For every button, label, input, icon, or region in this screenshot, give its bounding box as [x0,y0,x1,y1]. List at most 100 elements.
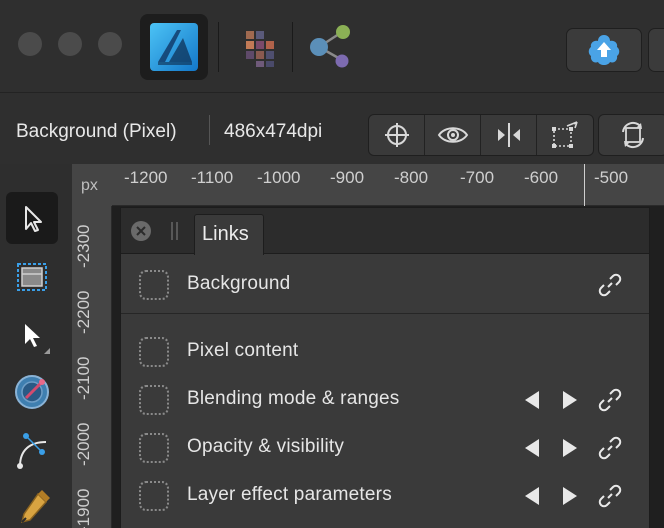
ruler-tick-label: -1200 [124,168,168,187]
triangle-right-icon [563,487,577,505]
link-row-layer-effects: Layer effect parameters [121,472,649,518]
flip-button[interactable] [481,115,537,155]
point-transform-tool[interactable] [6,424,58,476]
link-button[interactable] [597,271,623,299]
link-checkbox[interactable] [139,481,169,511]
triangle-left-icon [525,439,539,457]
previous-button[interactable] [519,386,545,414]
triangle-right-icon [563,439,577,457]
link-row-opacity: Opacity & visibility [121,424,649,470]
chain-link-icon [598,436,622,460]
toolbar-separator [218,22,219,72]
upload-cloud-icon [588,35,620,65]
share-button[interactable] [566,28,642,72]
transform-origin-button[interactable] [537,115,593,155]
link-checkbox[interactable] [139,433,169,463]
link-checkbox[interactable] [139,385,169,415]
node-tool[interactable] [6,308,58,360]
crosshair-button[interactable] [369,115,425,155]
pixel-persona-icon [246,31,274,67]
link-checkbox[interactable] [139,337,169,367]
link-row-label: Layer effect parameters [187,484,392,505]
ruler-tick-label: -1000 [257,168,301,187]
color-picker-tool-icon [15,375,49,409]
link-button[interactable] [597,386,623,414]
tab-links[interactable]: Links [194,214,264,255]
overflow-button[interactable] [648,28,664,72]
next-button[interactable] [557,386,583,414]
node-tool-icon [25,324,50,354]
horizontal-ruler[interactable]: -1200 -1100 -1000 -900 -800 -700 -600 -5… [112,164,664,206]
crosshair-icon [384,123,409,147]
preview-button[interactable] [425,115,481,155]
chain-link-icon [598,388,622,412]
artboard-tool-icon [17,263,47,291]
ruler-tick-label: -1100 [191,168,234,187]
designer-persona-button[interactable] [140,14,208,80]
pen-tool[interactable] [6,482,58,528]
title-bar [0,0,664,92]
tools-panel [0,164,72,528]
pixel-persona-button[interactable] [222,14,290,80]
ruler-tick-label: -600 [524,168,559,187]
panel-drag-handle[interactable] [171,222,179,240]
ruler-tick-label: -700 [460,168,495,187]
panel-close-button[interactable] [131,221,151,241]
close-icon [136,226,146,236]
eye-icon [437,127,468,143]
previous-button[interactable] [519,482,545,510]
context-button-group [368,114,594,156]
triangle-left-icon [525,487,539,505]
link-checkbox[interactable] [139,270,169,300]
ruler-unit-label: px [72,164,112,206]
point-transform-tool-icon [17,433,47,469]
vertical-ruler[interactable]: -2300 -2200 -2100 -2000 -1900 [72,206,112,528]
ruler-tick-label: -800 [394,168,429,187]
affinity-designer-logo-icon [150,23,198,71]
link-row-pixel-content: Pixel content [121,328,649,374]
move-tool[interactable] [6,192,58,244]
link-row-label: Background [187,273,291,294]
ruler-tick-label: -500 [594,168,629,187]
link-row-label: Blending mode & ranges [187,388,400,409]
toolbar-separator [292,22,293,72]
previous-button[interactable] [519,434,545,462]
triangle-right-icon [563,391,577,409]
link-row-label: Pixel content [187,340,299,361]
ruler-tick-label: -900 [330,168,365,187]
toolbar-separator [209,115,210,145]
panel-header: Links [121,208,649,255]
link-row-blending: Blending mode & ranges [121,376,649,422]
chain-link-icon [598,484,622,508]
rotate-button[interactable] [598,114,664,156]
resolution-label: 486x474dpi [224,121,323,142]
window-close-button[interactable] [18,32,42,56]
move-tool-icon [25,206,42,232]
layer-type-label: Background (Pixel) [16,121,177,142]
next-button[interactable] [557,434,583,462]
ruler-tick-label: -2300 [74,224,93,268]
chain-link-icon [598,273,622,297]
next-button[interactable] [557,482,583,510]
pen-tool-icon [20,490,50,524]
ruler-tick-label: -1900 [74,488,93,528]
ruler-position-marker [584,164,585,206]
ruler-tick-label: -2200 [74,290,93,334]
triangle-left-icon [525,391,539,409]
window-zoom-button[interactable] [98,32,122,56]
transform-origin-icon [552,121,578,148]
ruler-tick-label: -2000 [74,422,93,466]
ruler-tick-label: -2100 [74,356,93,400]
section-divider [121,313,649,314]
color-picker-tool[interactable] [6,366,58,418]
link-button[interactable] [597,482,623,510]
artboard-tool[interactable] [6,250,58,302]
window-minimize-button[interactable] [58,32,82,56]
flip-horizontal-icon [497,123,520,147]
links-panel: Links Background Pixel content Blending … [120,207,650,528]
link-row-background: Background [121,261,649,307]
link-button[interactable] [597,434,623,462]
export-persona-button[interactable] [294,14,362,80]
link-row-label: Opacity & visibility [187,436,345,457]
export-persona-icon [310,25,350,68]
